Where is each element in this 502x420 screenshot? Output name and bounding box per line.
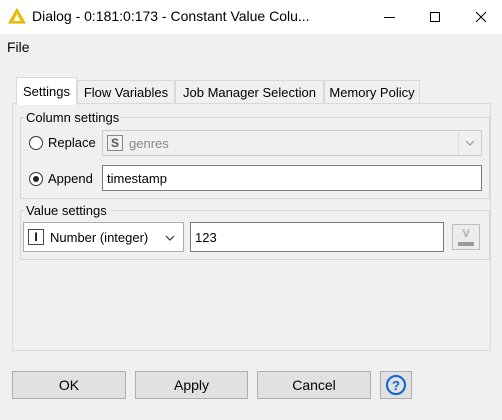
column-settings-label: Column settings (24, 110, 122, 125)
maximize-button[interactable] (412, 0, 458, 34)
cancel-button[interactable]: Cancel (257, 371, 371, 399)
window-title: Dialog - 0:181:0:173 - Constant Value Co… (32, 8, 310, 24)
replace-column-select[interactable]: S genres (102, 130, 482, 156)
menu-file[interactable]: File (7, 39, 30, 55)
minimize-icon (383, 16, 395, 18)
flow-variable-icon: V (462, 227, 470, 240)
tab-settings[interactable]: Settings (16, 77, 77, 105)
replace-radio[interactable] (29, 136, 43, 150)
apply-button[interactable]: Apply (135, 371, 248, 399)
tab-job-manager-selection[interactable]: Job Manager Selection (175, 80, 324, 104)
tab-flow-variables[interactable]: Flow Variables (77, 80, 175, 104)
ok-button[interactable]: OK (12, 371, 126, 399)
replace-dropdown-button[interactable] (458, 131, 481, 155)
value-settings-label: Value settings (24, 203, 109, 218)
tab-memory-policy[interactable]: Memory Policy (324, 80, 420, 104)
value-input[interactable]: 123 (190, 222, 444, 252)
menu-bar (0, 34, 502, 60)
string-type-icon: S (107, 135, 123, 151)
help-icon: ? (386, 375, 406, 395)
radio-selected-dot (33, 176, 39, 182)
minimize-button[interactable] (366, 0, 412, 34)
append-column-input[interactable]: timestamp (102, 165, 482, 191)
append-radio[interactable] (29, 172, 43, 186)
integer-type-icon: I (28, 229, 44, 245)
help-button[interactable]: ? (380, 371, 412, 399)
close-icon (475, 11, 487, 23)
value-type-label: Number (integer) (50, 229, 149, 245)
close-button[interactable] (458, 0, 502, 34)
flow-variable-button[interactable]: V (452, 224, 480, 250)
maximize-icon (430, 12, 440, 22)
chevron-down-icon (465, 140, 475, 146)
chevron-down-icon (165, 235, 175, 241)
replace-label: Replace (48, 135, 96, 150)
warning-triangle-icon (8, 7, 26, 24)
flow-variable-bar (458, 241, 474, 246)
replace-column-value: genres (129, 135, 169, 151)
value-type-select[interactable]: I Number (integer) (23, 222, 184, 252)
append-label: Append (48, 171, 93, 186)
